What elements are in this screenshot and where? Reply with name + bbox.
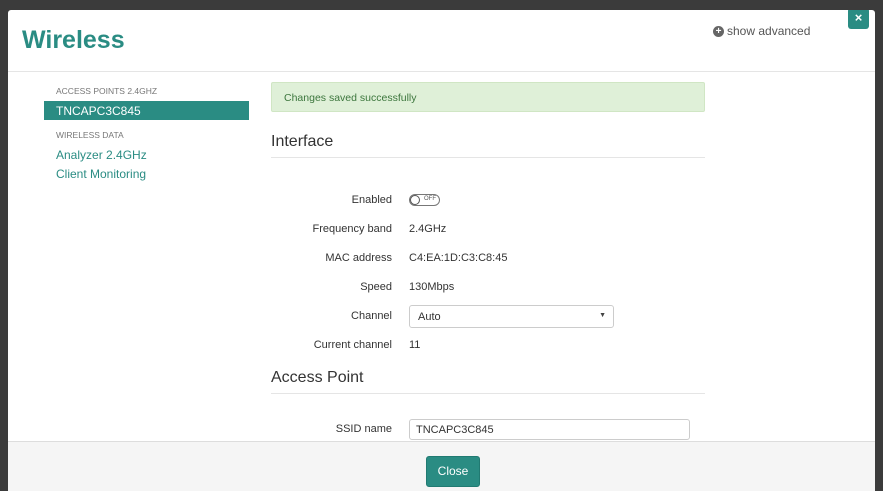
row-enabled: Enabled OFF xyxy=(271,189,705,211)
success-alert: Changes saved successfully xyxy=(271,82,705,112)
close-icon[interactable]: × xyxy=(848,10,869,29)
frequency-band-label: Frequency band xyxy=(312,223,393,235)
show-advanced-link[interactable]: + show advanced xyxy=(713,24,810,38)
row-frequency-band: Frequency band 2.4GHz xyxy=(271,218,705,240)
sidebar-item-client-monitoring[interactable]: Client Monitoring xyxy=(44,164,249,183)
modal-header: Wireless + show advanced × xyxy=(8,10,875,72)
show-advanced-label: show advanced xyxy=(727,24,811,38)
sidebar: ACCESS POINTS 2.4GHZ TNCAPC3C845 WIRELES… xyxy=(44,86,249,193)
enabled-label: Enabled xyxy=(351,194,392,206)
sidebar-group-wireless-data: WIRELESS DATA Analyzer 2.4GHz Client Mon… xyxy=(44,130,249,183)
channel-select[interactable]: Auto ▼ xyxy=(409,304,614,328)
mac-address-value: C4:EA:1D:C3:C8:45 xyxy=(409,252,508,264)
sidebar-heading: WIRELESS DATA xyxy=(56,130,124,140)
row-ssid: SSID name TNCAPC3C845 xyxy=(271,418,705,440)
speed-label: Speed xyxy=(360,281,392,293)
toggle-state: OFF xyxy=(424,196,436,202)
chevron-down-icon: ▼ xyxy=(599,311,606,319)
channel-label: Channel xyxy=(351,310,392,322)
toggle-knob xyxy=(410,195,420,205)
sidebar-heading: ACCESS POINTS 2.4GHZ xyxy=(56,86,158,96)
current-channel-value: 11 xyxy=(409,339,421,351)
channel-selected-value: Auto xyxy=(418,310,441,323)
current-channel-label: Current channel xyxy=(313,339,392,351)
close-button[interactable]: Close xyxy=(426,456,480,487)
sidebar-item-analyzer[interactable]: Analyzer 2.4GHz xyxy=(44,145,249,164)
modal-footer: Close xyxy=(8,441,875,491)
wireless-modal: Wireless + show advanced × ACCESS POINTS… xyxy=(8,10,875,491)
speed-value: 130Mbps xyxy=(409,281,455,293)
sidebar-group-access-points: ACCESS POINTS 2.4GHZ TNCAPC3C845 xyxy=(44,86,249,120)
row-current-channel: Current channel 11 xyxy=(271,334,705,356)
mac-address-label: MAC address xyxy=(325,252,392,264)
enabled-toggle[interactable]: OFF xyxy=(409,194,440,206)
section-title-interface: Interface xyxy=(271,133,705,158)
ssid-label: SSID name xyxy=(335,423,392,435)
row-channel: Channel Auto ▼ xyxy=(271,304,705,328)
row-mac-address: MAC address C4:EA:1D:C3:C8:45 xyxy=(271,247,705,269)
plus-circle-icon: + xyxy=(713,25,724,37)
sidebar-item-tncapc3c845[interactable]: TNCAPC3C845 xyxy=(44,101,249,120)
frequency-band-value: 2.4GHz xyxy=(409,223,447,235)
section-title-access-point: Access Point xyxy=(271,369,705,394)
page-title: Wireless xyxy=(22,26,125,54)
main-content: Changes saved successfully Interface Ena… xyxy=(271,82,705,454)
row-speed: Speed 130Mbps xyxy=(271,276,705,298)
ssid-input[interactable]: TNCAPC3C845 xyxy=(409,418,690,440)
